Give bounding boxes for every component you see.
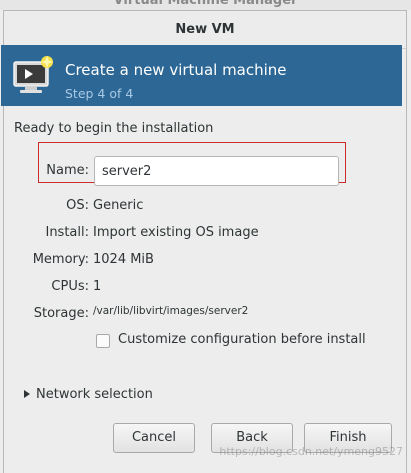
cancel-button[interactable]: Cancel [113,423,195,453]
ready-text: Ready to begin the installation [14,121,214,136]
storage-label: Storage: [33,306,89,321]
name-label: Name: [46,163,89,178]
network-selection-expander[interactable]: Network selection [36,387,153,402]
banner-title: Create a new virtual machine [65,61,287,79]
memory-value: 1024 MiB [93,252,154,267]
name-input[interactable] [94,156,339,186]
watermark: https://blog.csdn.net/ymeng9527 [219,445,403,458]
wizard-banner: Create a new virtual machine Step 4 of 4 [1,45,402,106]
os-label: OS: [66,198,89,213]
triangle-right-icon[interactable] [24,390,30,398]
cpus-value: 1 [93,279,102,294]
install-value: Import existing OS image [93,225,259,240]
customize-checkbox-label[interactable]: Customize configuration before install [118,332,366,347]
os-value: Generic [93,198,144,213]
dialog-title: New VM [4,11,406,49]
parent-window-title: Virtual Machine Manager [113,0,298,8]
cpus-label: CPUs: [51,279,89,294]
customize-checkbox[interactable] [96,334,110,348]
monitor-new-icon [13,56,53,93]
parent-window-titlebar: Virtual Machine Manager [0,0,411,10]
memory-label: Memory: [32,252,89,267]
banner-step: Step 4 of 4 [65,86,134,101]
storage-value: /var/lib/libvirt/images/server2 [93,305,249,317]
install-label: Install: [45,225,89,240]
